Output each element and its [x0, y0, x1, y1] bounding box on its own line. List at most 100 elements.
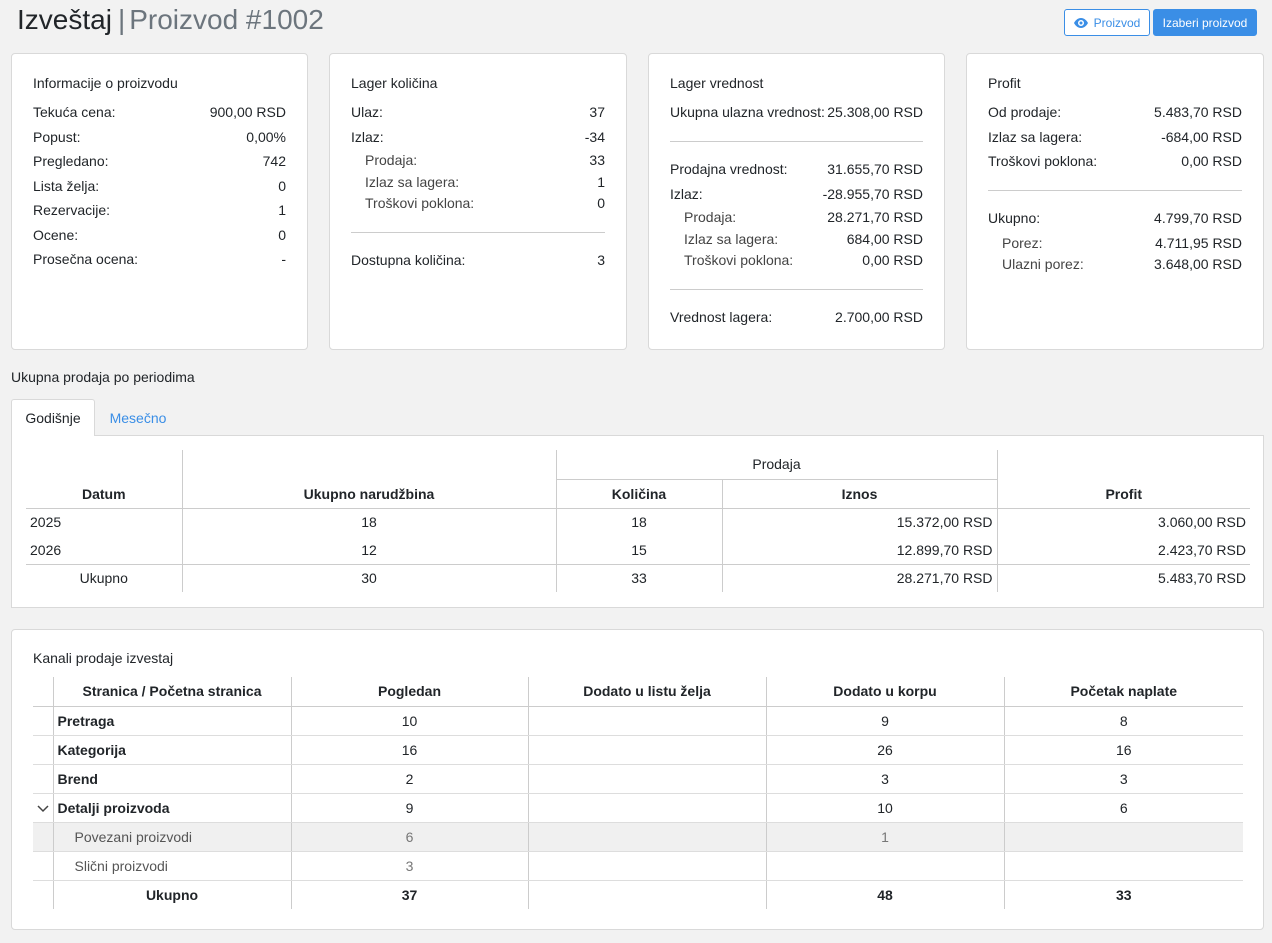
tab-yearly[interactable]: Godišnje: [11, 399, 95, 436]
cell-wishlist: [527, 822, 766, 852]
profit-value: 3.648,00 RSD: [1154, 256, 1242, 272]
cell-date: Ukupno: [26, 564, 183, 592]
info-value: 742: [262, 153, 286, 169]
profit-value: -684,00 RSD: [1161, 129, 1242, 145]
cell-viewed: 6: [290, 822, 528, 852]
stock-value-card: Lager vrednost Ukupna ulazna vrednost: 25…: [648, 53, 945, 350]
stock-label: Troškovi poklona:: [365, 195, 475, 211]
cell-qty: 18: [556, 508, 723, 536]
table-row: Brend 2 3 3: [33, 764, 1243, 794]
available-row: Dostupna količina: 3: [351, 252, 605, 268]
value-amount: 31.655,70 RSD: [827, 161, 923, 177]
value-label: Prodaja:: [684, 209, 737, 225]
value-label: Troškovi poklona:: [684, 252, 794, 268]
profit-row: Troškovi poklona: 0,00 RSD: [988, 153, 1242, 169]
stock-label: Dostupna količina:: [351, 252, 466, 268]
profit-sub-row: Porez: 4.711,95 RSD: [1002, 235, 1242, 251]
cell-viewed: 37: [290, 880, 528, 909]
profit-label: Troškovi poklona:: [988, 153, 1098, 169]
cell-viewed: 3: [290, 851, 528, 881]
value-sub-row: Izlaz sa lagera: 684,00 RSD: [684, 231, 923, 247]
cell-name: Ukupno: [52, 880, 291, 909]
tab-monthly[interactable]: Mesečno: [95, 399, 181, 436]
info-value: 900,00 RSD: [209, 104, 286, 120]
cell-orders: 18: [182, 508, 557, 536]
value-label: Ukupna ulazna vrednost:: [670, 104, 825, 120]
view-product-button[interactable]: Proizvod: [1064, 9, 1150, 36]
table-row: Kategorija 16 26 16: [33, 735, 1243, 765]
total-in-row: Ukupna ulazna vrednost: 25.308,00 RSD: [670, 104, 923, 120]
chevron-down-icon[interactable]: [37, 804, 49, 813]
value-amount: 684,00 RSD: [846, 231, 923, 247]
value-label: Izlaz:: [670, 186, 703, 202]
expand-cell[interactable]: [33, 793, 53, 823]
value-amount: 0,00 RSD: [862, 252, 923, 268]
cell-checkout: 16: [1003, 735, 1243, 765]
info-row: Prosečna ocena: -: [33, 251, 286, 267]
cell-profit: 2.423,70 RSD: [997, 536, 1250, 565]
stock-label: Izlaz sa lagera:: [365, 174, 460, 190]
cell-wishlist: [527, 793, 766, 823]
col-checkout: Početak naplate: [1003, 677, 1243, 707]
expand-cell: [33, 822, 53, 852]
profit-card: Profit Od prodaje: 5.483,70 RSD Izlaz sa …: [966, 53, 1264, 350]
divider: [351, 232, 605, 233]
profit-label: Ulazni porez:: [1002, 256, 1084, 272]
card-title: Lager količina: [351, 75, 438, 91]
view-product-label: Proizvod: [1093, 15, 1141, 30]
col-wishlist: Dodato u listu želja: [527, 677, 766, 707]
value-label: Vrednost lagera:: [670, 309, 773, 325]
info-row: Pregledano: 742: [33, 153, 286, 169]
choose-product-button[interactable]: Izaberi proizvod: [1153, 9, 1257, 36]
table-row: 2026 12 15 12.899,70 RSD 2.423,70 RSD: [26, 536, 1250, 565]
stock-sub-row: Izlaz sa lagera: 1: [365, 174, 605, 190]
profit-row: Od prodaje: 5.483,70 RSD: [988, 104, 1242, 120]
table-total-row: Ukupno 30 33 28.271,70 RSD 5.483,70 RSD: [26, 564, 1250, 592]
info-label: Pregledano:: [33, 153, 109, 169]
out-row: Izlaz: -28.955,70 RSD: [670, 186, 923, 202]
cell-wishlist: [527, 764, 766, 794]
stock-value: 0: [597, 195, 605, 211]
cell-checkout: 6: [1003, 793, 1243, 823]
stock-sub-row: Prodaja: 33: [365, 152, 605, 168]
stock-total-row: Vrednost lagera: 2.700,00 RSD: [670, 309, 923, 325]
col-orders: Ukupno narudžbina: [182, 450, 557, 509]
stock-value: 33: [589, 152, 605, 168]
cell-orders: 30: [182, 564, 557, 592]
page-subtitle: Proizvod #1002: [129, 4, 324, 35]
cell-amount: 15.372,00 RSD: [722, 508, 998, 536]
cell-date: 2025: [26, 508, 183, 536]
stock-value: 3: [597, 252, 605, 268]
col-date: Datum: [26, 450, 183, 509]
value-amount: 2.700,00 RSD: [835, 309, 923, 325]
cell-wishlist: [527, 735, 766, 765]
cell-checkout: [1003, 851, 1243, 881]
info-label: Ocene:: [33, 227, 79, 243]
cell-checkout: 8: [1003, 706, 1243, 736]
stock-label: Prodaja:: [365, 152, 418, 168]
product-info-card: Informacije o proizvodu Tekuća cena: 900,…: [11, 53, 308, 350]
info-value: 0: [278, 227, 286, 243]
profit-value: 5.483,70 RSD: [1154, 104, 1242, 120]
stock-value: 37: [589, 104, 605, 120]
info-label: Popust:: [33, 129, 81, 145]
cell-cart: 10: [765, 793, 1004, 823]
cell-cart: 26: [765, 735, 1004, 765]
cell-amount: 28.271,70 RSD: [722, 564, 998, 592]
cell-cart: 1: [765, 822, 1004, 852]
expand-cell: [33, 735, 53, 765]
cell-wishlist: [527, 851, 766, 881]
cell-name: Slični proizvodi: [52, 851, 291, 881]
stock-in-row: Ulaz: 37: [351, 104, 605, 120]
cell-cart: 3: [765, 764, 1004, 794]
expand-cell: [33, 880, 53, 909]
col-amount: Iznos: [722, 479, 998, 509]
divider: [988, 190, 1242, 191]
cell-name: Brend: [52, 764, 291, 794]
col-viewed: Pogledan: [290, 677, 528, 707]
expand-cell: [33, 706, 53, 736]
cell-wishlist: [527, 880, 766, 909]
info-value: 1: [278, 202, 286, 218]
info-label: Lista želja:: [33, 178, 100, 194]
channels-table: Stranica / Početna stranica Pogledan Dod…: [33, 677, 1243, 909]
